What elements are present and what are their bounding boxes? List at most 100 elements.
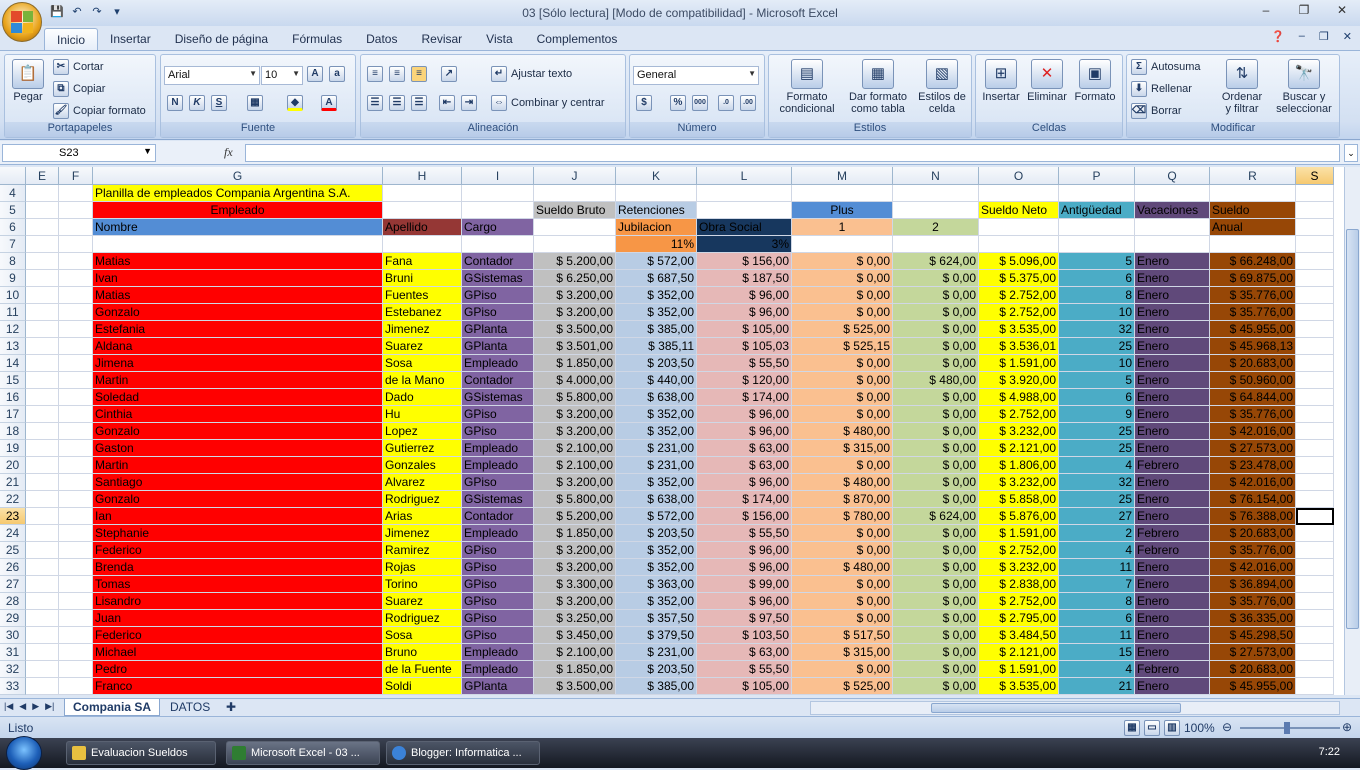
font-color-button[interactable]: A [321,95,337,111]
row-header[interactable]: 20 [0,457,26,474]
scroll-thumb[interactable] [931,703,1181,713]
header-retenciones[interactable]: Retenciones [616,202,697,219]
data-cell[interactable]: $ 174,00 [697,491,792,508]
data-cell[interactable]: 5 [1059,253,1135,270]
data-cell[interactable]: $ 357,50 [616,610,697,627]
data-cell[interactable]: $ 3.200,00 [534,559,616,576]
taskbar-item-excel[interactable]: Microsoft Excel - 03 ... [226,741,380,765]
cell[interactable] [1135,236,1210,253]
cell[interactable] [792,236,893,253]
cell[interactable] [893,236,979,253]
data-cell[interactable]: $ 203,50 [616,355,697,372]
data-cell[interactable]: $ 0,00 [893,440,979,457]
cell[interactable] [979,185,1059,202]
cell[interactable] [59,338,93,355]
data-cell[interactable]: $ 23.478,00 [1210,457,1296,474]
cell[interactable] [462,236,534,253]
data-cell[interactable]: Enero [1135,508,1210,525]
data-cell[interactable]: $ 638,00 [616,389,697,406]
data-cell[interactable]: 4 [1059,661,1135,678]
data-cell[interactable]: Enero [1135,406,1210,423]
data-cell[interactable]: $ 0,00 [792,270,893,287]
data-cell[interactable]: Sosa [383,627,462,644]
data-cell[interactable]: GPlanta [462,678,534,695]
data-cell[interactable]: Suarez [383,593,462,610]
data-cell[interactable]: Soledad [93,389,383,406]
data-cell[interactable]: Cinthia [93,406,383,423]
cell[interactable] [26,474,59,491]
data-cell[interactable]: $ 5.800,00 [534,389,616,406]
data-cell[interactable]: $ 480,00 [792,474,893,491]
scroll-thumb[interactable] [1346,229,1359,629]
column-header-j[interactable]: J [534,167,616,185]
sheet-tab-compania-sa[interactable]: Compania SA [64,699,161,716]
data-cell[interactable]: $ 3.500,00 [534,678,616,695]
data-cell[interactable]: Empleado [462,525,534,542]
header-sueldo-anual[interactable]: Sueldo [1210,202,1296,219]
data-cell[interactable]: $ 0,00 [893,287,979,304]
row-header[interactable]: 31 [0,644,26,661]
tab-datos[interactable]: Datos [354,28,409,50]
data-cell[interactable]: $ 385,11 [616,338,697,355]
data-cell[interactable]: Aldana [93,338,383,355]
header-cargo[interactable]: Cargo [462,219,534,236]
data-cell[interactable]: $ 96,00 [697,406,792,423]
data-cell[interactable]: $ 0,00 [893,406,979,423]
cell[interactable] [1296,644,1334,661]
row-header[interactable]: 30 [0,627,26,644]
data-cell[interactable]: Matias [93,287,383,304]
data-cell[interactable]: $ 0,00 [792,525,893,542]
data-cell[interactable]: $ 0,00 [792,457,893,474]
cell[interactable] [59,270,93,287]
italic-button[interactable]: K [189,95,205,111]
data-cell[interactable]: Federico [93,542,383,559]
data-cell[interactable]: $ 35.776,00 [1210,542,1296,559]
increase-decimal-button[interactable]: .0 [718,95,734,111]
cell[interactable] [1296,678,1334,695]
row-header[interactable]: 28 [0,593,26,610]
data-cell[interactable]: $ 5.096,00 [979,253,1059,270]
ribbon-minimize-icon[interactable]: – [1299,30,1305,43]
data-cell[interactable]: $ 96,00 [697,423,792,440]
cell[interactable] [26,389,59,406]
cell[interactable] [1296,525,1334,542]
cell[interactable] [59,389,93,406]
data-cell[interactable]: $ 3.200,00 [534,406,616,423]
data-cell[interactable]: Contador [462,508,534,525]
data-cell[interactable]: Enero [1135,610,1210,627]
column-header-f[interactable]: F [59,167,93,185]
data-cell[interactable]: $ 3.535,00 [979,678,1059,695]
data-cell[interactable]: $ 638,00 [616,491,697,508]
cell[interactable] [26,304,59,321]
data-cell[interactable]: de la Mano [383,372,462,389]
data-cell[interactable]: $ 96,00 [697,474,792,491]
row-header[interactable]: 24 [0,525,26,542]
data-cell[interactable]: $ 0,00 [792,253,893,270]
data-cell[interactable]: Enero [1135,559,1210,576]
cell[interactable] [26,440,59,457]
data-cell[interactable]: $ 20.683,00 [1210,355,1296,372]
data-cell[interactable]: 6 [1059,389,1135,406]
cell[interactable] [26,644,59,661]
data-cell[interactable]: $ 0,00 [893,423,979,440]
data-cell[interactable]: Gaston [93,440,383,457]
data-cell[interactable]: $ 3.484,50 [979,627,1059,644]
data-cell[interactable]: $ 687,50 [616,270,697,287]
column-header-r[interactable]: R [1210,167,1296,185]
data-cell[interactable]: Ivan [93,270,383,287]
data-cell[interactable]: Enero [1135,440,1210,457]
cell[interactable] [59,627,93,644]
data-cell[interactable]: Bruno [383,644,462,661]
cell[interactable] [462,202,534,219]
data-cell[interactable]: Hu [383,406,462,423]
row-header[interactable]: 19 [0,440,26,457]
data-cell[interactable]: $ 2.752,00 [979,287,1059,304]
data-cell[interactable]: Febrero [1135,542,1210,559]
data-cell[interactable]: Enero [1135,321,1210,338]
data-cell[interactable]: GPlanta [462,338,534,355]
cell[interactable] [26,559,59,576]
data-cell[interactable]: Estebanez [383,304,462,321]
data-cell[interactable]: $ 385,00 [616,321,697,338]
data-cell[interactable]: $ 572,00 [616,253,697,270]
cell[interactable] [59,287,93,304]
